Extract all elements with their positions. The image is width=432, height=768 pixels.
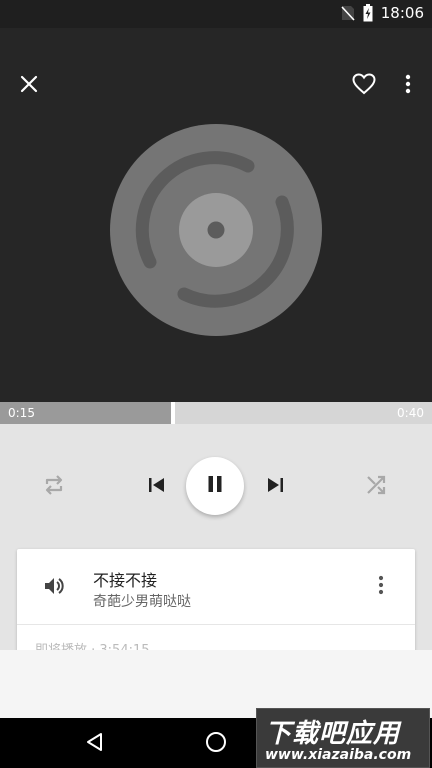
repeat-icon (42, 474, 66, 500)
no-sim-icon (341, 5, 355, 21)
home-circle-icon (205, 731, 227, 757)
repeat-button[interactable] (40, 474, 68, 500)
back-triangle-icon (86, 732, 104, 756)
total-time: 0:40 (397, 406, 424, 420)
favorite-button[interactable] (346, 68, 382, 104)
watermark-brand: 下载吧应用 (265, 719, 401, 749)
battery-charging-icon (363, 4, 373, 22)
watermark-logo: 下载吧应用 www.xiazaiba.com (256, 708, 430, 768)
volume-icon (43, 575, 65, 601)
more-vert-icon (378, 575, 384, 599)
more-vert-icon (405, 74, 411, 98)
song-more-button[interactable] (373, 575, 389, 599)
pause-icon (207, 475, 223, 497)
song-title: 不接不接 (93, 571, 158, 590)
playback-controls: 不接不接 奇葩少男萌哒哒 即将播放 · 3:54:15 (0, 424, 432, 669)
music-player-screen: 18:06 0:15 0:40 不接不接 奇葩少男萌哒哒 下载吧应用 www.x… (0, 0, 432, 768)
more-options-button[interactable] (390, 68, 426, 104)
close-icon (20, 75, 38, 97)
seek-bar[interactable]: 0:15 0:40 (0, 402, 432, 424)
status-icons: 18:06 (341, 4, 424, 22)
nav-back-button[interactable] (81, 730, 109, 758)
play-pause-button[interactable] (186, 457, 244, 515)
song-artist: 奇葩少男萌哒哒 (93, 594, 191, 610)
watermark-url: www.xiazaiba.com (265, 747, 412, 763)
previous-button[interactable] (144, 474, 170, 500)
shuffle-icon (366, 475, 388, 499)
status-bar: 18:06 (0, 0, 432, 28)
next-button[interactable] (262, 474, 288, 500)
skip-next-icon (266, 477, 284, 497)
card-divider (17, 624, 415, 625)
close-button[interactable] (11, 68, 47, 104)
shuffle-button[interactable] (363, 474, 391, 500)
heart-outline-icon (352, 73, 376, 99)
status-time: 18:06 (380, 4, 424, 22)
vinyl-disc-placeholder-icon (110, 124, 322, 336)
album-art-area (0, 28, 432, 402)
elapsed-time: 0:15 (8, 406, 35, 420)
seek-bar-thumb[interactable] (170, 402, 175, 424)
skip-previous-icon (148, 477, 166, 497)
nav-home-button[interactable] (202, 730, 230, 758)
